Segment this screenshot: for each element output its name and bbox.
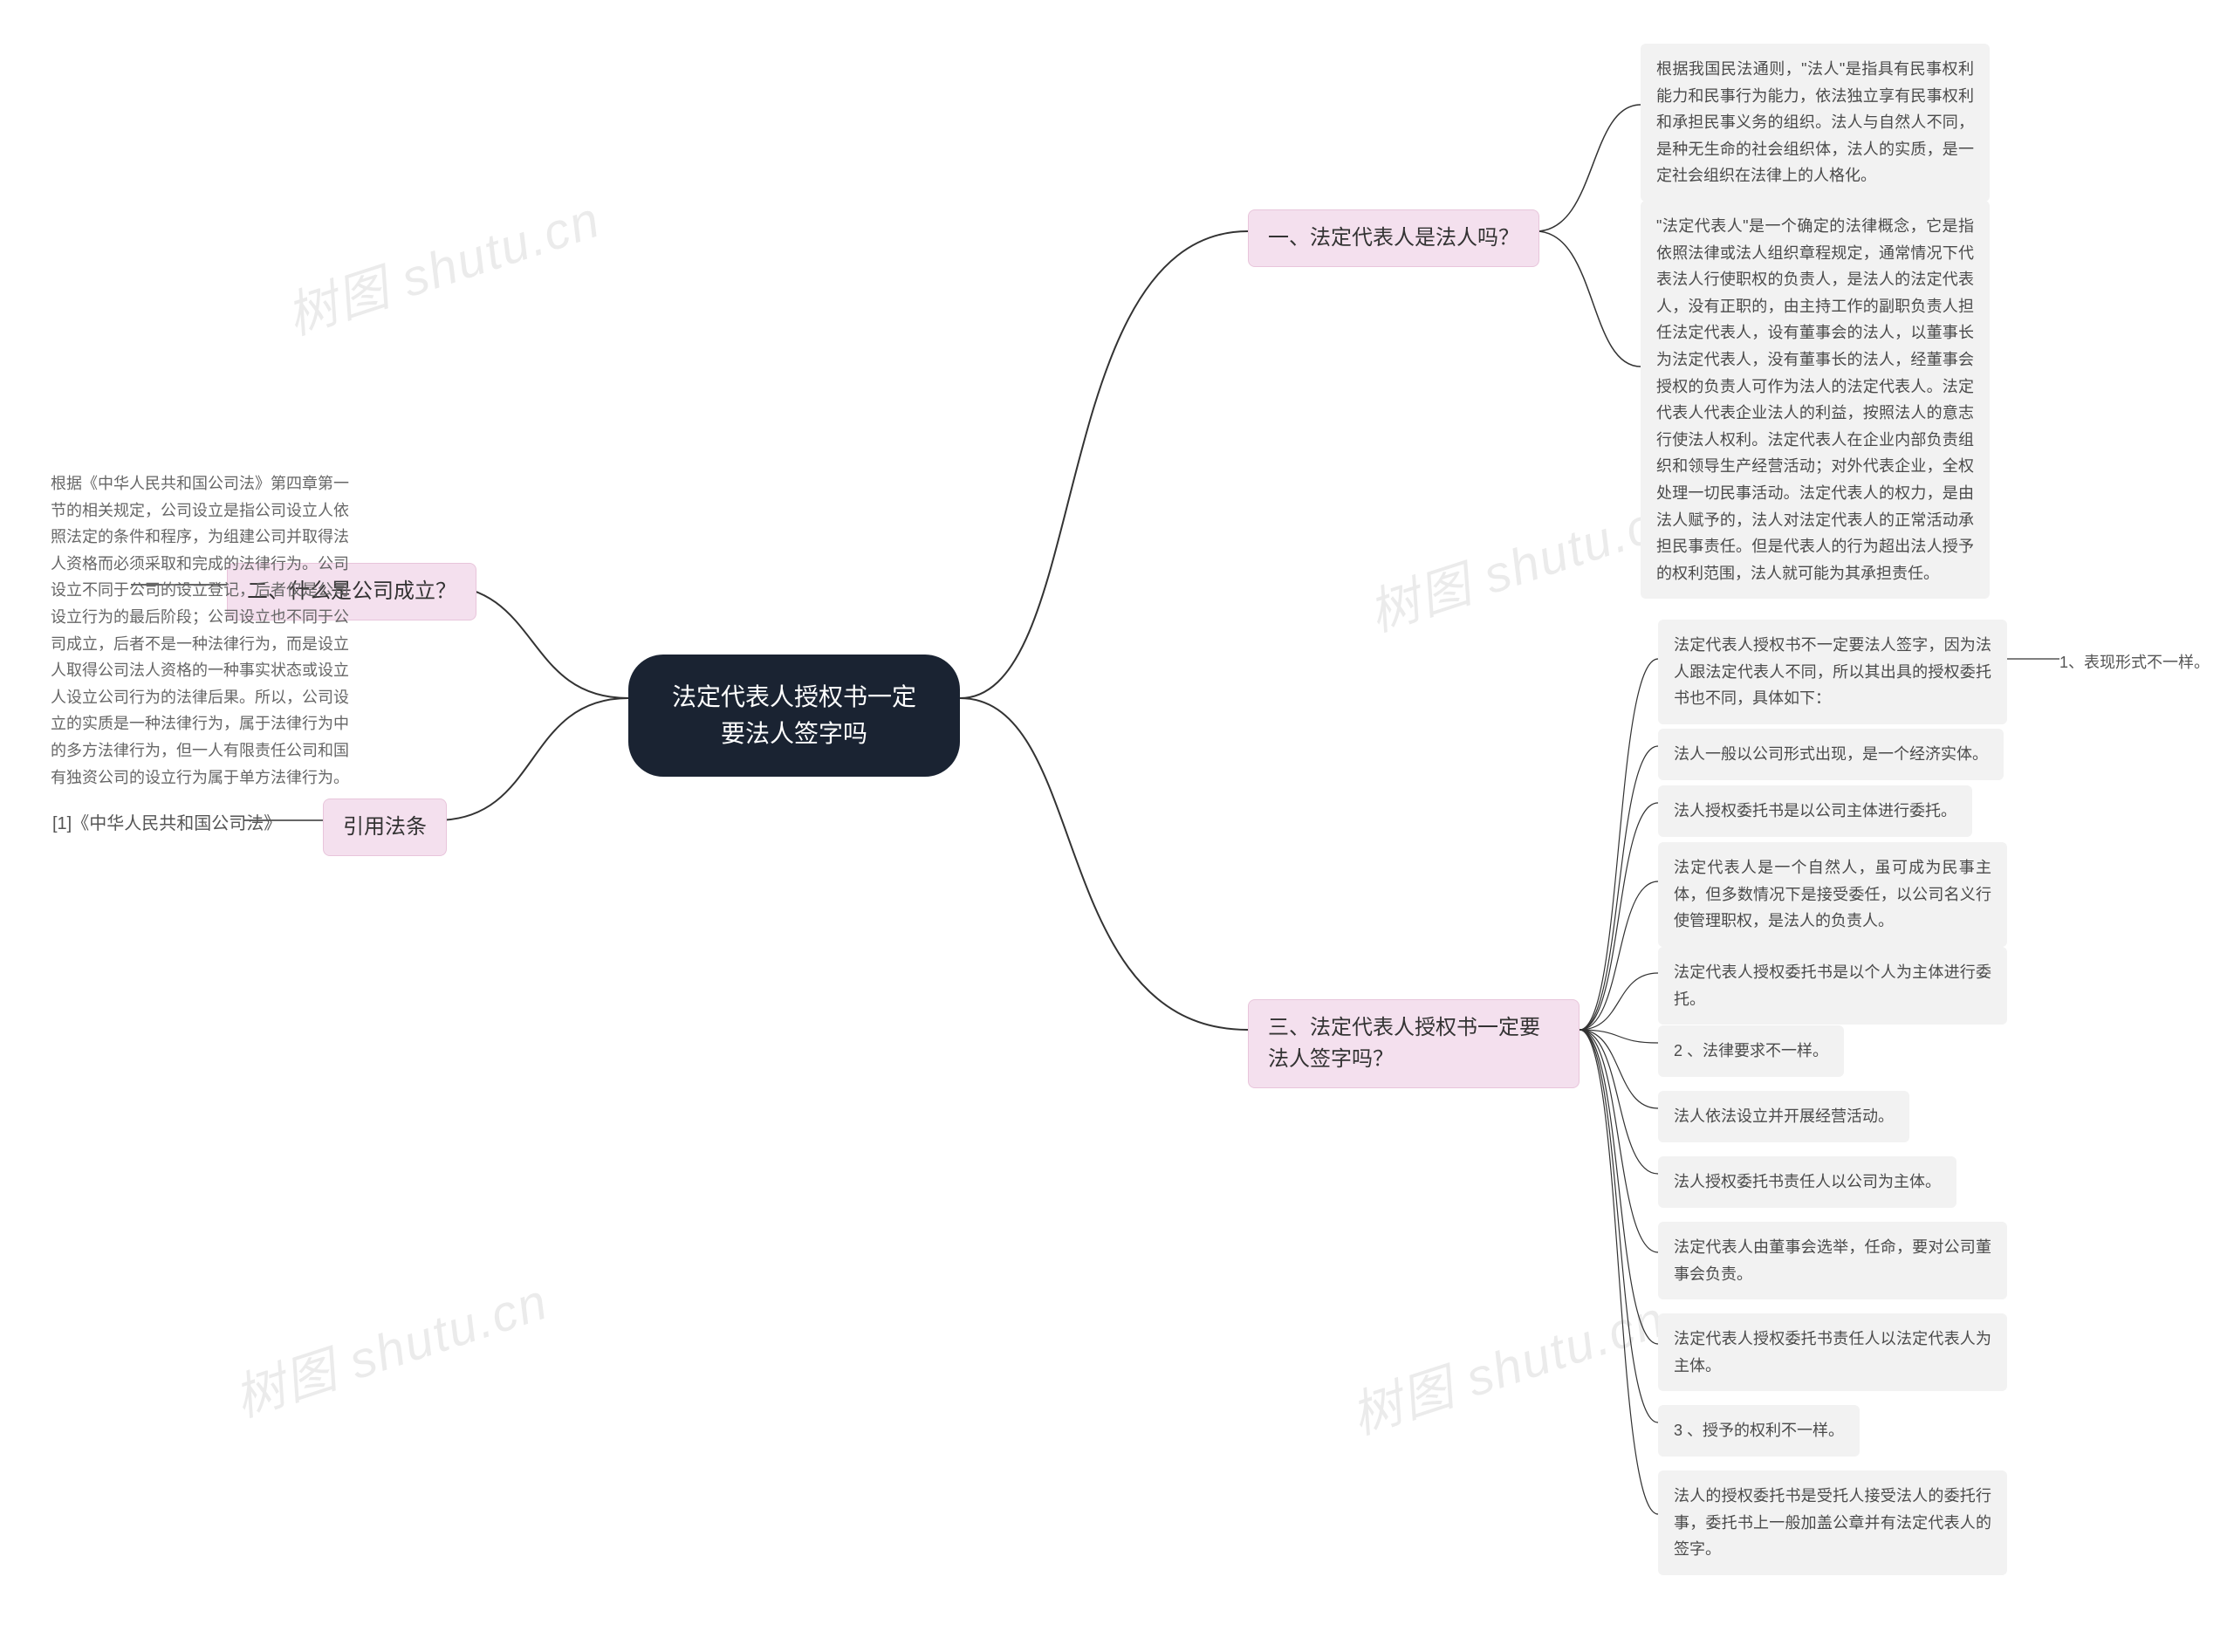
leaf-b3-3: 法人授权委托书是以公司主体进行委托。 bbox=[1658, 785, 1972, 837]
leaf-b3-5: 法定代表人授权委托书是以个人为主体进行委托。 bbox=[1658, 947, 2007, 1025]
leaf-b3-1-sub: 1、表现形式不一样。 bbox=[2059, 650, 2210, 675]
leaf-b3-11: 3 、授予的权利不一样。 bbox=[1658, 1405, 1860, 1457]
watermark-text: 树图 shutu.cn bbox=[223, 1260, 556, 1430]
branch-1-label: 一、法定代表人是法人吗？ bbox=[1268, 226, 1519, 250]
branch-3[interactable]: 三、法定代表人授权书一定要法人签字吗？ bbox=[1248, 999, 1580, 1088]
leaf-b3-8: 法人授权委托书责任人以公司为主体。 bbox=[1658, 1156, 1956, 1208]
branch-3-label: 三、法定代表人授权书一定要法人签字吗？ bbox=[1268, 1016, 1540, 1071]
leaf-b3-4: 法定代表人是一个自然人，虽可成为民事主体，但多数情况下是接受委任，以公司名义行使… bbox=[1658, 842, 2007, 947]
mindmap-root: 法定代表人授权书一定要法人签字吗 bbox=[628, 655, 960, 777]
leaf-b3-12: 法人的授权委托书是受托人接受法人的委托行事，委托书上一般加盖公章并有法定代表人的… bbox=[1658, 1470, 2007, 1575]
root-title: 法定代表人授权书一定要法人签字吗 bbox=[672, 683, 916, 747]
leaf-b1-2: "法定代表人"是一个确定的法律概念，它是指依照法律或法人组织章程规定，通常情况下… bbox=[1641, 201, 1990, 599]
leaf-b3-6: 2 、法律要求不一样。 bbox=[1658, 1025, 1844, 1077]
leaf-b3-2: 法人一般以公司形式出现，是一个经济实体。 bbox=[1658, 729, 2004, 780]
leaf-b3-9: 法定代表人由董事会选举，任命，要对公司董事会负责。 bbox=[1658, 1222, 2007, 1299]
leaf-b3-7: 法人依法设立并开展经营活动。 bbox=[1658, 1091, 1909, 1142]
watermark-text: 树图 shutu.cn bbox=[1340, 1278, 1673, 1448]
leaf-b3-10: 法定代表人授权委托书责任人以法定代表人为主体。 bbox=[1658, 1313, 2007, 1391]
branch-4-label: 引用法条 bbox=[343, 815, 427, 839]
leaf-b2-1: 根据《中华人民共和国公司法》第四章第一节的相关规定，公司设立是指公司设立人依照法… bbox=[35, 458, 367, 803]
leaf-b1-1: 根据我国民法通则，"法人"是指具有民事权利能力和民事行为能力，依法独立享有民事权… bbox=[1641, 44, 1990, 202]
branch-1[interactable]: 一、法定代表人是法人吗？ bbox=[1248, 209, 1539, 267]
watermark-text: 树图 shutu.cn bbox=[276, 178, 608, 348]
leaf-b4-1: [1]《中华人民共和国公司法》 bbox=[52, 810, 279, 838]
branch-4[interactable]: 引用法条 bbox=[323, 799, 447, 856]
leaf-b3-1: 法定代表人授权书不一定要法人签字，因为法人跟法定代表人不同，所以其出具的授权委托… bbox=[1658, 620, 2007, 724]
